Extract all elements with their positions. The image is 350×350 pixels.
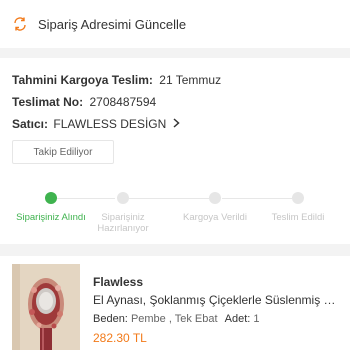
step-dot-preparing (117, 192, 129, 204)
quantity-value: 1 (253, 313, 260, 325)
update-address-label: Sipariş Adresimi Güncelle (38, 16, 187, 32)
quantity-label: Adet: (224, 313, 251, 325)
product-price: 282.30 TL (93, 331, 147, 345)
delivery-number-value: 2708487594 (89, 95, 157, 109)
estimated-delivery: Tahmini Kargoya Teslim: 21 Temmuz (12, 73, 221, 87)
product-brand: Flawless (93, 275, 144, 289)
product-image[interactable] (12, 264, 80, 350)
step-label-received: Siparişiniz Alındı (16, 212, 86, 223)
delivery-number: Teslimat No: 2708487594 (12, 95, 156, 109)
step-label-preparing: Siparişiniz Hazırlanıyor (97, 212, 149, 234)
step-connector (222, 198, 292, 199)
update-address-row[interactable]: Sipariş Adresimi Güncelle (0, 0, 350, 48)
section-divider (0, 48, 350, 58)
seller-value: FLAWLESS DESİGN (53, 117, 167, 131)
follow-button[interactable]: Takip Ediliyor (12, 140, 114, 164)
product-name[interactable]: El Aynası, Şoklanmış Çiçeklerle Süslenmi… (93, 293, 343, 307)
step-dot-received (45, 192, 57, 204)
refresh-icon (12, 16, 28, 32)
product-meta: Beden: Pembe , Tek Ebat Adet: 1 (93, 313, 260, 325)
card-divider (0, 244, 350, 256)
delivery-number-label: Teslimat No: (12, 95, 84, 109)
estimated-delivery-value: 21 Temmuz (159, 73, 222, 87)
step-connector (57, 198, 115, 199)
size-label: Beden: (93, 313, 128, 325)
size-value: Pembe , Tek Ebat (130, 313, 218, 325)
step-label-shipped: Kargoya Verildi (183, 212, 247, 223)
step-label-delivered: Teslim Edildi (271, 212, 325, 223)
step-connector (129, 198, 209, 199)
chevron-right-icon (173, 116, 180, 131)
seller-label: Satıcı: (12, 117, 49, 131)
step-dot-delivered (292, 192, 304, 204)
order-status-stepper: Siparişiniz Alındı Siparişiniz Hazırlanı… (0, 188, 350, 238)
seller-link[interactable]: Satıcı: FLAWLESS DESİGN (12, 116, 180, 131)
estimated-delivery-label: Tahmini Kargoya Teslim: (12, 73, 153, 87)
step-dot-shipped (209, 192, 221, 204)
